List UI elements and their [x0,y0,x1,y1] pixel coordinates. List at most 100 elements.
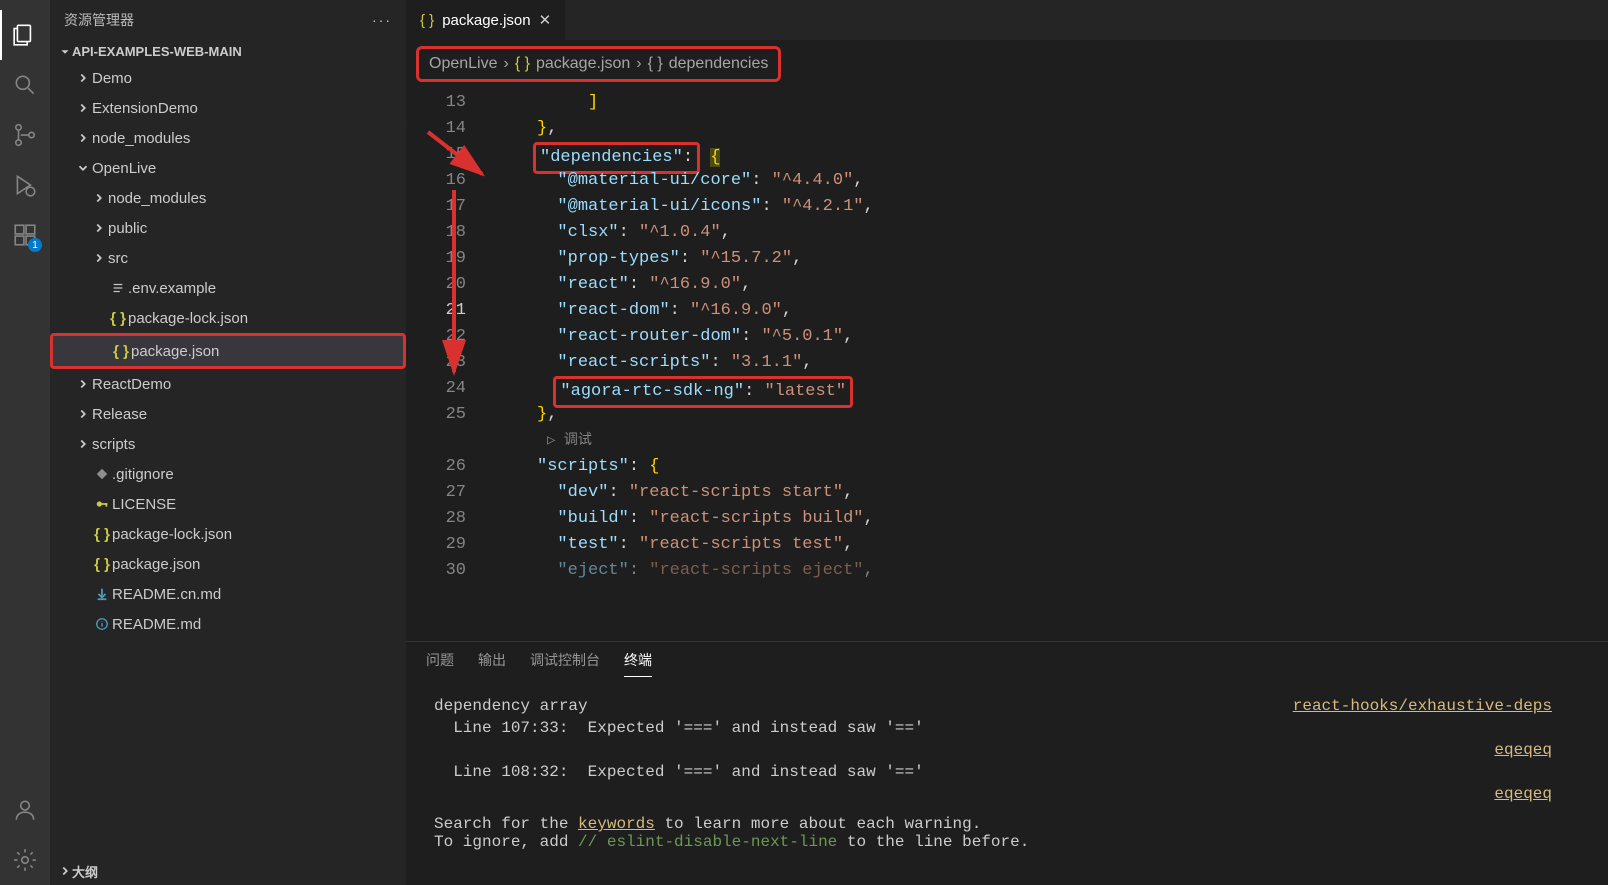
terminal-line: Search for the keywords to learn more ab… [434,815,1580,833]
terminal-line: dependency array [434,697,588,715]
chevron-right-icon [58,864,72,878]
file-item[interactable]: LICENSE [50,489,406,519]
file-icon [92,497,112,511]
folder-item[interactable]: ReactDemo [50,369,406,399]
file-item[interactable]: { }package-lock.json [50,303,406,333]
file-icon [108,281,128,295]
file-tree: Demo ExtensionDemo node_modules OpenLive nod… [50,63,406,857]
file-icon: { } [111,343,131,360]
tree-label: Release [92,406,147,423]
tree-label: scripts [92,436,135,453]
file-item[interactable]: .gitignore [50,459,406,489]
folder-item[interactable]: OpenLive [50,153,406,183]
file-item[interactable]: README.md [50,609,406,639]
tab-problems[interactable]: 问题 [426,650,454,677]
settings-icon[interactable] [0,835,50,885]
chevron-right-icon [74,407,92,421]
folder-item[interactable]: public [50,213,406,243]
tree-label: Demo [92,70,132,87]
sidebar: 资源管理器 ··· API-EXAMPLES-WEB-MAIN Demo Exte… [50,0,406,885]
breadcrumb-seg[interactable]: dependencies [669,55,769,73]
file-item[interactable]: README.cn.md [50,579,406,609]
tree-label: node_modules [108,190,206,207]
chevron-right-icon [90,221,108,235]
tab-debug-console[interactable]: 调试控制台 [530,650,600,677]
json-icon: { } [515,55,530,73]
section-label: API-EXAMPLES-WEB-MAIN [72,44,242,59]
tab-package-json[interactable]: { } package.json ✕ [406,0,565,40]
file-item[interactable]: .env.example [50,273,406,303]
tree-label: package-lock.json [128,310,248,327]
terminal[interactable]: dependency array react-hooks/exhaustive-d… [406,677,1608,885]
tree-label: src [108,250,128,267]
terminal-line: Line 107:33: Expected '===' and instead … [434,719,924,737]
line-gutter: 131415161718192021222324252627282930 [406,82,486,641]
folder-item[interactable]: Release [50,399,406,429]
json-icon: { } [648,55,663,73]
search-icon[interactable] [0,60,50,110]
file-icon: { } [92,556,112,573]
json-icon: { } [420,12,434,29]
tree-label: OpenLive [92,160,156,177]
tree-label: ReactDemo [92,376,171,393]
extensions-badge: 1 [28,238,42,252]
chevron-right-icon [74,101,92,115]
extensions-icon[interactable]: 1 [0,210,50,260]
tree-label: README.cn.md [112,586,221,603]
chevron-right-icon: › [636,55,641,73]
tree-label: LICENSE [112,496,176,513]
editor-tabs: { } package.json ✕ [406,0,1608,40]
source-control-icon[interactable] [0,110,50,160]
explorer-icon[interactable] [0,10,50,60]
close-icon[interactable]: ✕ [539,11,552,29]
folder-item[interactable]: Demo [50,63,406,93]
section-title[interactable]: API-EXAMPLES-WEB-MAIN [50,40,406,63]
terminal-line: To ignore, add // eslint-disable-next-li… [434,833,1580,851]
tab-output[interactable]: 输出 [478,650,506,677]
code-editor[interactable]: 131415161718192021222324252627282930 ] }… [406,82,1608,641]
file-icon: { } [108,310,128,327]
folder-item[interactable]: scripts [50,429,406,459]
breadcrumb-seg[interactable]: OpenLive [429,55,498,73]
tab-terminal[interactable]: 终端 [624,650,652,677]
file-item[interactable]: { }package.json [50,333,406,369]
debug-codelens[interactable]: ▷ 调试 [537,433,592,449]
tree-label: package-lock.json [112,526,232,543]
folder-item[interactable]: src [50,243,406,273]
tree-label: README.md [112,616,201,633]
chevron-right-icon [74,71,92,85]
tab-label: package.json [442,12,530,29]
panel: 问题 输出 调试控制台 终端 dependency array react-hoo… [406,641,1608,885]
sidebar-header: 资源管理器 ··· [50,0,406,40]
run-debug-icon[interactable] [0,160,50,210]
folder-item[interactable]: node_modules [50,183,406,213]
activity-bar: 1 [0,0,50,885]
file-item[interactable]: { }package.json [50,549,406,579]
outline-section[interactable]: 大纲 [50,857,406,885]
editor-area: { } package.json ✕ OpenLive › { } packag… [406,0,1608,885]
tree-label: package.json [131,343,219,360]
file-icon [92,587,112,601]
tree-label: package.json [112,556,200,573]
terminal-link[interactable]: eqeqeq [1494,785,1552,803]
breadcrumb[interactable]: OpenLive › { } package.json › { } depend… [416,46,781,82]
folder-item[interactable]: ExtensionDemo [50,93,406,123]
tree-label: ExtensionDemo [92,100,198,117]
tree-label: node_modules [92,130,190,147]
file-item[interactable]: { }package-lock.json [50,519,406,549]
more-icon[interactable]: ··· [372,12,392,28]
folder-item[interactable]: node_modules [50,123,406,153]
accounts-icon[interactable] [0,785,50,835]
chevron-right-icon [90,251,108,265]
terminal-link[interactable]: eqeqeq [1494,741,1552,759]
chevron-right-icon [74,377,92,391]
tree-label: .env.example [128,280,216,297]
tree-label: .gitignore [112,466,174,483]
chevron-right-icon [74,437,92,451]
terminal-link[interactable]: react-hooks/exhaustive-deps [1293,697,1552,715]
code-content[interactable]: ] }, "dependencies": { "@material-ui/cor… [486,82,1608,641]
terminal-line: Line 108:32: Expected '===' and instead … [434,763,924,781]
breadcrumb-seg[interactable]: package.json [536,55,630,73]
panel-tabs: 问题 输出 调试控制台 终端 [406,642,1608,677]
file-icon: { } [92,526,112,543]
